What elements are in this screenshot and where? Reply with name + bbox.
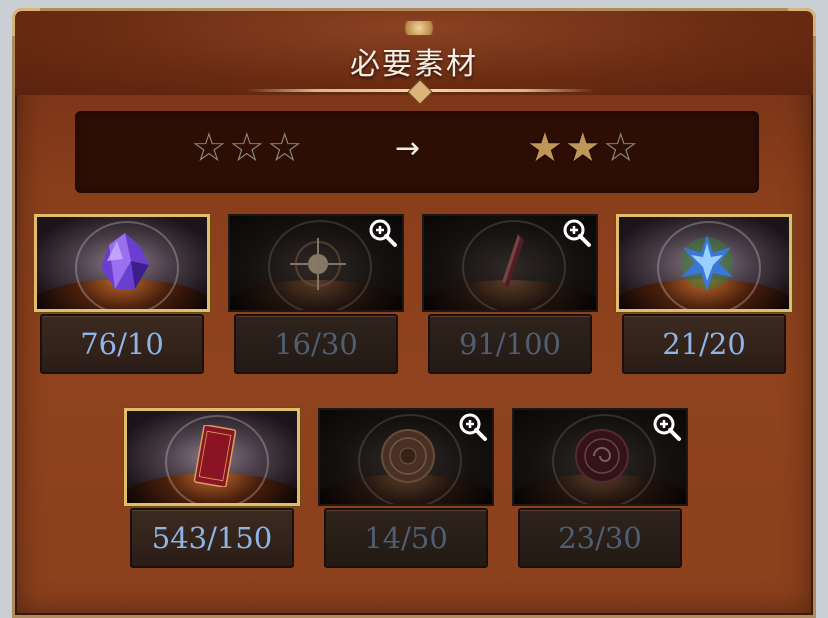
blue-crystal-icon: [681, 235, 733, 291]
material-count: 76/10: [40, 314, 204, 374]
material-card-blue-crystal[interactable]: 21/20: [616, 214, 792, 378]
zoom-in-icon[interactable]: [562, 218, 592, 248]
rank-before-stars: ☆☆☆: [191, 123, 305, 173]
material-count: 543/150: [130, 508, 294, 568]
arrow-right-icon: →: [395, 131, 421, 166]
material-count: 21/20: [622, 314, 786, 374]
material-count: 91/100: [428, 314, 592, 374]
material-count: 16/30: [234, 314, 398, 374]
light-orb-icon: [290, 238, 346, 290]
material-thumbnail[interactable]: [34, 214, 210, 312]
panel-title: 必要素材: [350, 47, 478, 82]
material-thumbnail[interactable]: [124, 408, 300, 506]
material-card-purple-crystal[interactable]: 76/10: [34, 214, 210, 378]
red-ticket-icon: [193, 425, 237, 487]
zoom-in-icon[interactable]: [458, 412, 488, 442]
top-ornament: [399, 21, 439, 35]
star-icon: ☆: [602, 125, 641, 171]
material-card-red-shard[interactable]: 91/100: [422, 214, 598, 378]
bronze-seal-icon: [381, 429, 435, 483]
star-icon: ☆: [228, 125, 267, 171]
material-card-red-ticket[interactable]: 543/150: [124, 408, 300, 572]
zoom-in-icon[interactable]: [368, 218, 398, 248]
corner-ornament: [788, 8, 816, 36]
rank-upgrade-bar: ☆☆☆ → ★★☆: [75, 111, 759, 193]
material-card-light-orb[interactable]: 16/30: [228, 214, 404, 378]
star-icon: ☆: [191, 125, 229, 171]
material-count: 23/30: [518, 508, 682, 568]
red-seal-icon: [575, 429, 629, 483]
star-filled-icon: ★: [527, 125, 565, 171]
material-count: 14/50: [324, 508, 488, 568]
star-filled-icon: ★: [564, 125, 603, 171]
material-card-bronze-seal[interactable]: 14/50: [318, 408, 494, 572]
purple-crystal-icon: [101, 233, 149, 289]
star-icon: ☆: [266, 125, 305, 171]
corner-ornament: [12, 8, 40, 36]
material-thumbnail[interactable]: [616, 214, 792, 312]
zoom-in-icon[interactable]: [652, 412, 682, 442]
red-shard-icon: [502, 234, 524, 288]
rank-after-stars: ★★☆: [527, 123, 641, 173]
material-card-red-seal[interactable]: 23/30: [512, 408, 688, 572]
